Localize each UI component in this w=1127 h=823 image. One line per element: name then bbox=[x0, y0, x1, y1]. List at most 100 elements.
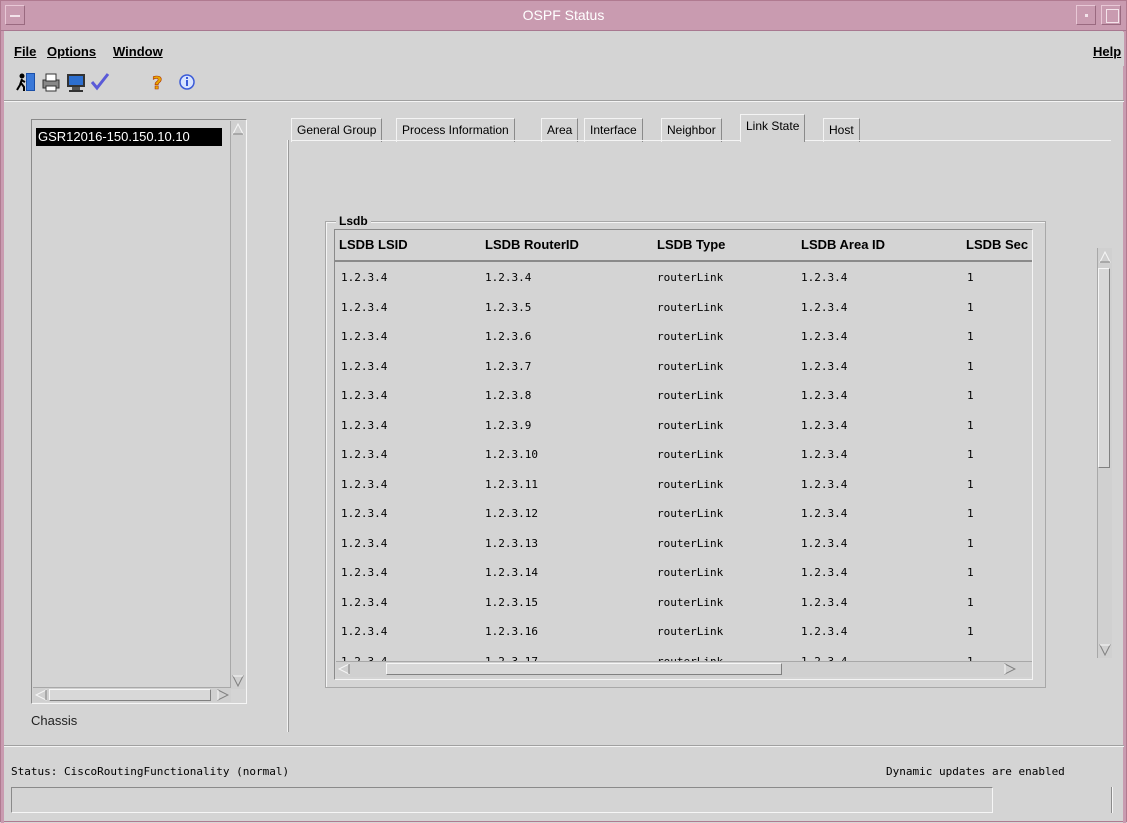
help-icon[interactable]: ? bbox=[145, 70, 169, 94]
cell-seq: 1 bbox=[967, 477, 974, 491]
tab-link-state[interactable]: Link State bbox=[740, 114, 806, 142]
cell-lsid: 1.2.3.4 bbox=[341, 507, 388, 520]
tab-host[interactable]: Host bbox=[823, 118, 860, 142]
cell-area-id: 1.2.3.4 bbox=[801, 536, 848, 550]
tab-baseline bbox=[291, 140, 1111, 142]
scroll-up-icon[interactable] bbox=[232, 123, 244, 135]
cell-lsid: 1.2.3.4 bbox=[341, 300, 388, 314]
table-row[interactable]: 1.2.3.4 1.2.3.6 routerLink 1.2.3.4 1 bbox=[335, 323, 1032, 352]
menu-help[interactable]: Help bbox=[1093, 44, 1121, 59]
column-header-type[interactable]: LSDB Type bbox=[657, 237, 725, 252]
exit-icon[interactable] bbox=[14, 70, 38, 94]
lsdb-table[interactable]: LSDB LSID LSDB RouterID LSDB Type LSDB A… bbox=[334, 229, 1033, 680]
table-row[interactable]: 1.2.3.4 1.2.3.16 routerLink 1.2.3.4 1 bbox=[335, 618, 1032, 647]
cell-routerid: 1.2.3.8 bbox=[485, 389, 532, 402]
scroll-right-icon[interactable] bbox=[1004, 663, 1016, 675]
menu-options[interactable]: Options bbox=[47, 44, 96, 59]
table-row[interactable]: 1.2.3.4 1.2.3.10 routerLink 1.2.3.4 1 bbox=[335, 441, 1032, 470]
cell-routerid: 1.2.3.5 bbox=[485, 300, 532, 314]
scroll-right-icon[interactable] bbox=[217, 689, 229, 701]
table-row[interactable]: 1.2.3.4 1.2.3.15 routerLink 1.2.3.4 1 bbox=[335, 589, 1032, 618]
window-border-right bbox=[1123, 31, 1126, 823]
title-bar[interactable]: OSPF Status bbox=[1, 1, 1126, 31]
cell-routerid: 1.2.3.9 bbox=[485, 418, 532, 432]
resize-grip[interactable] bbox=[1111, 787, 1113, 813]
table-row[interactable]: 1.2.3.4 1.2.3.5 routerLink 1.2.3.4 1 bbox=[335, 294, 1032, 323]
cell-type: routerLink bbox=[657, 448, 724, 461]
tab-general-group[interactable]: General Group bbox=[291, 118, 383, 142]
table-hscroll-thumb[interactable] bbox=[386, 663, 782, 675]
menu-window[interactable]: Window bbox=[113, 44, 163, 59]
table-vertical-scrollbar[interactable] bbox=[1097, 248, 1112, 658]
info-icon[interactable] bbox=[175, 70, 199, 94]
tab-process-information[interactable]: Process Information bbox=[396, 118, 515, 142]
status-message-field bbox=[11, 787, 993, 813]
cell-lsid: 1.2.3.4 bbox=[341, 477, 388, 491]
column-header-lsid[interactable]: LSDB LSID bbox=[339, 237, 408, 252]
tab-interface[interactable]: Interface bbox=[584, 118, 643, 142]
column-header-seq[interactable]: LSDB Sec bbox=[966, 237, 1028, 252]
tree-item-selected[interactable]: GSR12016-150.150.10.10 bbox=[36, 128, 222, 146]
scroll-down-icon[interactable] bbox=[1099, 644, 1111, 656]
table-row[interactable]: 1.2.3.4 1.2.3.11 routerLink 1.2.3.4 1 bbox=[335, 471, 1032, 500]
tree-vertical-scrollbar[interactable] bbox=[230, 121, 245, 689]
table-horizontal-scrollbar[interactable] bbox=[336, 661, 1032, 677]
cell-routerid: 1.2.3.7 bbox=[485, 359, 532, 373]
checkmark-icon[interactable] bbox=[88, 70, 112, 94]
table-row[interactable]: 1.2.3.4 1.2.3.14 routerLink 1.2.3.4 1 bbox=[335, 559, 1032, 588]
table-header: LSDB LSID LSDB RouterID LSDB Type LSDB A… bbox=[335, 230, 1032, 262]
menu-file[interactable]: File bbox=[14, 44, 36, 59]
cell-type: routerLink bbox=[657, 536, 724, 550]
column-header-area-id[interactable]: LSDB Area ID bbox=[801, 237, 885, 252]
table-row[interactable]: 1.2.3.4 1.2.3.13 routerLink 1.2.3.4 1 bbox=[335, 530, 1032, 559]
cell-type: routerLink bbox=[657, 300, 724, 314]
cell-lsid: 1.2.3.4 bbox=[341, 625, 388, 638]
scroll-left-icon[interactable] bbox=[338, 663, 350, 675]
table-row[interactable]: 1.2.3.4 1.2.3.9 routerLink 1.2.3.4 1 bbox=[335, 412, 1032, 441]
table-row[interactable]: 1.2.3.4 1.2.3.8 routerLink 1.2.3.4 1 bbox=[335, 382, 1032, 411]
cell-seq: 1 bbox=[967, 330, 974, 343]
cell-seq: 1 bbox=[967, 507, 974, 520]
ospf-status-window: OSPF Status File Options Window Help ? G… bbox=[0, 0, 1127, 823]
tab-neighbor[interactable]: Neighbor bbox=[661, 118, 722, 142]
print-icon[interactable] bbox=[39, 70, 63, 94]
toolbar-separator bbox=[4, 100, 1124, 102]
window-title: OSPF Status bbox=[522, 7, 605, 23]
monitor-icon[interactable] bbox=[64, 70, 88, 94]
cell-area-id: 1.2.3.4 bbox=[801, 300, 848, 314]
cell-area-id: 1.2.3.4 bbox=[801, 477, 848, 491]
cell-area-id: 1.2.3.4 bbox=[801, 507, 848, 520]
cell-seq: 1 bbox=[967, 418, 974, 432]
cell-routerid: 1.2.3.6 bbox=[485, 330, 532, 343]
cell-area-id: 1.2.3.4 bbox=[801, 271, 848, 284]
table-row[interactable]: 1.2.3.4 1.2.3.12 routerLink 1.2.3.4 1 bbox=[335, 500, 1032, 529]
cell-type: routerLink bbox=[657, 418, 724, 432]
cell-area-id: 1.2.3.4 bbox=[801, 389, 848, 402]
cell-type: routerLink bbox=[657, 359, 724, 373]
maximize-button[interactable] bbox=[1101, 5, 1121, 25]
table-row[interactable]: 1.2.3.4 1.2.3.4 routerLink 1.2.3.4 1 bbox=[335, 264, 1032, 293]
column-header-routerid[interactable]: LSDB RouterID bbox=[485, 237, 579, 252]
cell-seq: 1 bbox=[967, 536, 974, 550]
cell-type: routerLink bbox=[657, 507, 724, 520]
cell-area-id: 1.2.3.4 bbox=[801, 418, 848, 432]
scroll-left-icon[interactable] bbox=[35, 689, 47, 701]
cell-type: routerLink bbox=[657, 477, 724, 491]
minimize-button[interactable] bbox=[1076, 5, 1096, 25]
table-row[interactable]: 1.2.3.4 1.2.3.7 routerLink 1.2.3.4 1 bbox=[335, 353, 1032, 382]
device-tree[interactable]: GSR12016-150.150.10.10 bbox=[31, 119, 247, 704]
scroll-up-icon[interactable] bbox=[1099, 251, 1111, 263]
tree-horizontal-scrollbar[interactable] bbox=[33, 687, 231, 702]
table-vscroll-thumb[interactable] bbox=[1098, 268, 1110, 468]
tree-hscroll-thumb[interactable] bbox=[49, 689, 211, 701]
cell-lsid: 1.2.3.4 bbox=[341, 359, 388, 373]
cell-seq: 1 bbox=[967, 271, 974, 284]
status-separator bbox=[4, 745, 1124, 747]
menu-options-label: Options bbox=[47, 44, 97, 59]
cell-type: routerLink bbox=[657, 271, 724, 284]
tab-area[interactable]: Area bbox=[541, 118, 579, 142]
cell-routerid: 1.2.3.4 bbox=[485, 271, 532, 284]
scroll-down-icon[interactable] bbox=[232, 675, 244, 687]
cell-lsid: 1.2.3.4 bbox=[341, 536, 388, 550]
dynamic-updates-status: Dynamic updates are enabled bbox=[886, 765, 1065, 778]
